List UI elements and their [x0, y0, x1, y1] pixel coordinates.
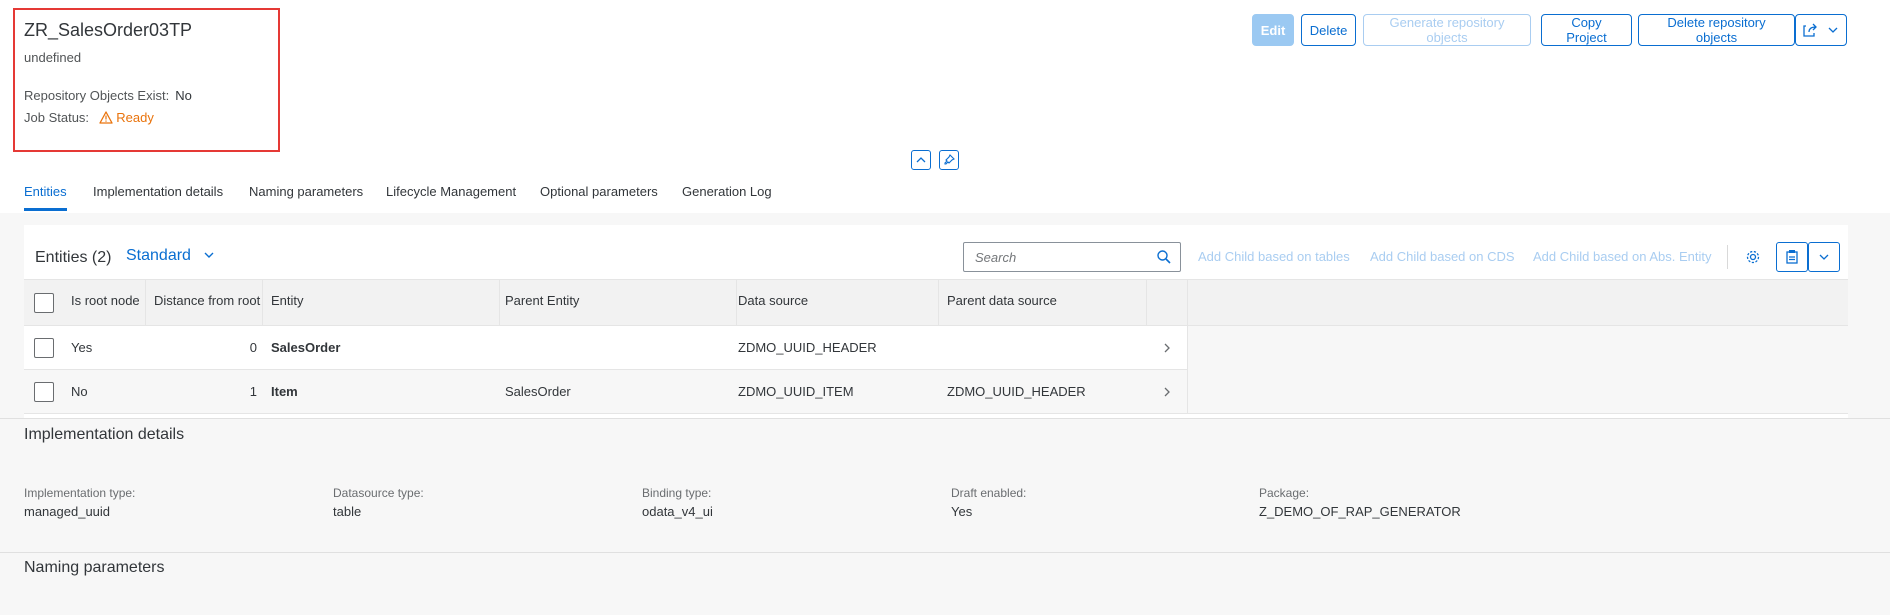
field-value: odata_v4_ui — [642, 504, 713, 519]
field-label: Draft enabled: — [951, 486, 1027, 500]
generate-repository-objects-button[interactable]: Generate repository objects — [1363, 14, 1531, 46]
column-divider — [499, 280, 500, 326]
page-content: Entities (2) Standard Search Add Child b… — [0, 213, 1890, 615]
section-title-implementation-details: Implementation details — [24, 426, 185, 443]
cell-is-root: Yes — [71, 340, 93, 355]
field-label: Binding type: — [642, 486, 712, 500]
chevron-right-icon[interactable] — [1162, 342, 1172, 354]
table-row[interactable]: Yes 0 SalesOrder ZDMO_UUID_HEADER — [24, 326, 1187, 370]
toolbar-separator — [1727, 245, 1728, 269]
tab-implementation-details[interactable]: Implementation details — [93, 184, 223, 199]
column-header-entity[interactable]: Entity — [271, 293, 304, 308]
copy-project-button[interactable]: Copy Project — [1541, 14, 1632, 46]
collapse-header-button[interactable] — [911, 150, 931, 170]
column-divider — [1187, 280, 1188, 326]
column-header-parent-data-source[interactable]: Parent data source — [947, 293, 1057, 308]
section-divider — [0, 418, 1890, 419]
anchor-bar: Entities Implementation details Naming p… — [0, 178, 1890, 214]
section-divider — [0, 552, 1890, 553]
column-header-distance-from-root[interactable]: Distance from root — [154, 293, 260, 308]
column-divider — [262, 280, 263, 326]
section-title-naming-parameters: Naming parameters — [24, 559, 165, 576]
add-child-abs-entity-button[interactable]: Add Child based on Abs. Entity — [1533, 249, 1712, 264]
tab-lifecycle-management[interactable]: Lifecycle Management — [386, 184, 516, 199]
export-icon — [1786, 250, 1798, 264]
chevron-down-icon — [1828, 27, 1838, 33]
cell-distance: 0 — [249, 340, 257, 355]
edit-button[interactable]: Edit — [1252, 14, 1294, 46]
table-filler — [1187, 326, 1848, 414]
cell-entity: SalesOrder — [271, 340, 341, 355]
share-menu-button[interactable] — [1795, 14, 1847, 46]
share-icon — [1803, 23, 1817, 37]
field-value: Z_DEMO_OF_RAP_GENERATOR — [1259, 504, 1461, 519]
highlight-box — [13, 8, 280, 152]
tab-active-indicator — [24, 208, 67, 211]
select-all-checkbox[interactable] — [34, 293, 54, 313]
cell-data-source: ZDMO_UUID_HEADER — [738, 340, 877, 355]
chevron-up-icon — [916, 157, 926, 163]
field-label: Implementation type: — [24, 486, 136, 500]
column-header-data-source[interactable]: Data source — [738, 293, 808, 308]
field-label: Package: — [1259, 486, 1310, 500]
delete-repository-objects-button[interactable]: Delete repository objects — [1638, 14, 1795, 46]
cell-is-root: No — [71, 384, 88, 399]
cell-parent-data-source: ZDMO_UUID_HEADER — [947, 384, 1086, 399]
column-header-parent-entity[interactable]: Parent Entity — [505, 293, 579, 308]
pin-icon — [944, 154, 955, 165]
export-menu-button[interactable] — [1808, 242, 1840, 272]
search-input[interactable]: Search — [963, 242, 1181, 272]
tab-entities[interactable]: Entities — [24, 184, 67, 199]
column-divider — [145, 280, 146, 326]
field-value: managed_uuid — [24, 504, 111, 519]
variant-label: Standard — [126, 247, 191, 264]
cell-entity: Item — [271, 384, 298, 399]
field-value: Yes — [951, 504, 973, 519]
chevron-down-icon — [1819, 254, 1829, 260]
export-button[interactable] — [1776, 242, 1808, 272]
chevron-down-icon — [204, 252, 214, 258]
add-child-tables-button[interactable]: Add Child based on tables — [1198, 249, 1350, 264]
add-child-cds-button[interactable]: Add Child based on CDS — [1370, 249, 1515, 264]
table-header-row: Is root node Distance from root Entity P… — [24, 279, 1848, 326]
pin-header-button[interactable] — [939, 150, 959, 170]
row-checkbox[interactable] — [34, 382, 54, 402]
column-divider — [1146, 280, 1147, 326]
gear-icon — [1746, 250, 1760, 264]
cell-parent-entity: SalesOrder — [505, 384, 571, 399]
column-divider — [736, 280, 737, 326]
field-label: Datasource type: — [333, 486, 424, 500]
column-divider — [938, 280, 939, 326]
entities-table: Entities (2) Standard Search Add Child b… — [24, 225, 1848, 418]
tab-naming-parameters[interactable]: Naming parameters — [249, 184, 363, 199]
field-value: table — [333, 504, 362, 519]
variant-selector[interactable]: Standard — [126, 247, 215, 265]
row-checkbox[interactable] — [34, 338, 54, 358]
settings-button[interactable] — [1737, 242, 1769, 272]
table-row[interactable]: No 1 Item SalesOrder ZDMO_UUID_ITEM ZDMO… — [24, 370, 1187, 414]
search-placeholder: Search — [975, 250, 1017, 265]
delete-button[interactable]: Delete — [1301, 14, 1356, 46]
search-icon[interactable] — [1156, 249, 1172, 265]
tab-optional-parameters[interactable]: Optional parameters — [540, 184, 658, 199]
cell-distance: 1 — [249, 384, 257, 399]
table-title: Entities (2) — [35, 249, 112, 266]
chevron-right-icon[interactable] — [1162, 386, 1172, 398]
cell-data-source: ZDMO_UUID_ITEM — [738, 384, 854, 399]
tab-generation-log[interactable]: Generation Log — [682, 184, 772, 199]
column-header-is-root-node[interactable]: Is root node — [71, 293, 140, 308]
